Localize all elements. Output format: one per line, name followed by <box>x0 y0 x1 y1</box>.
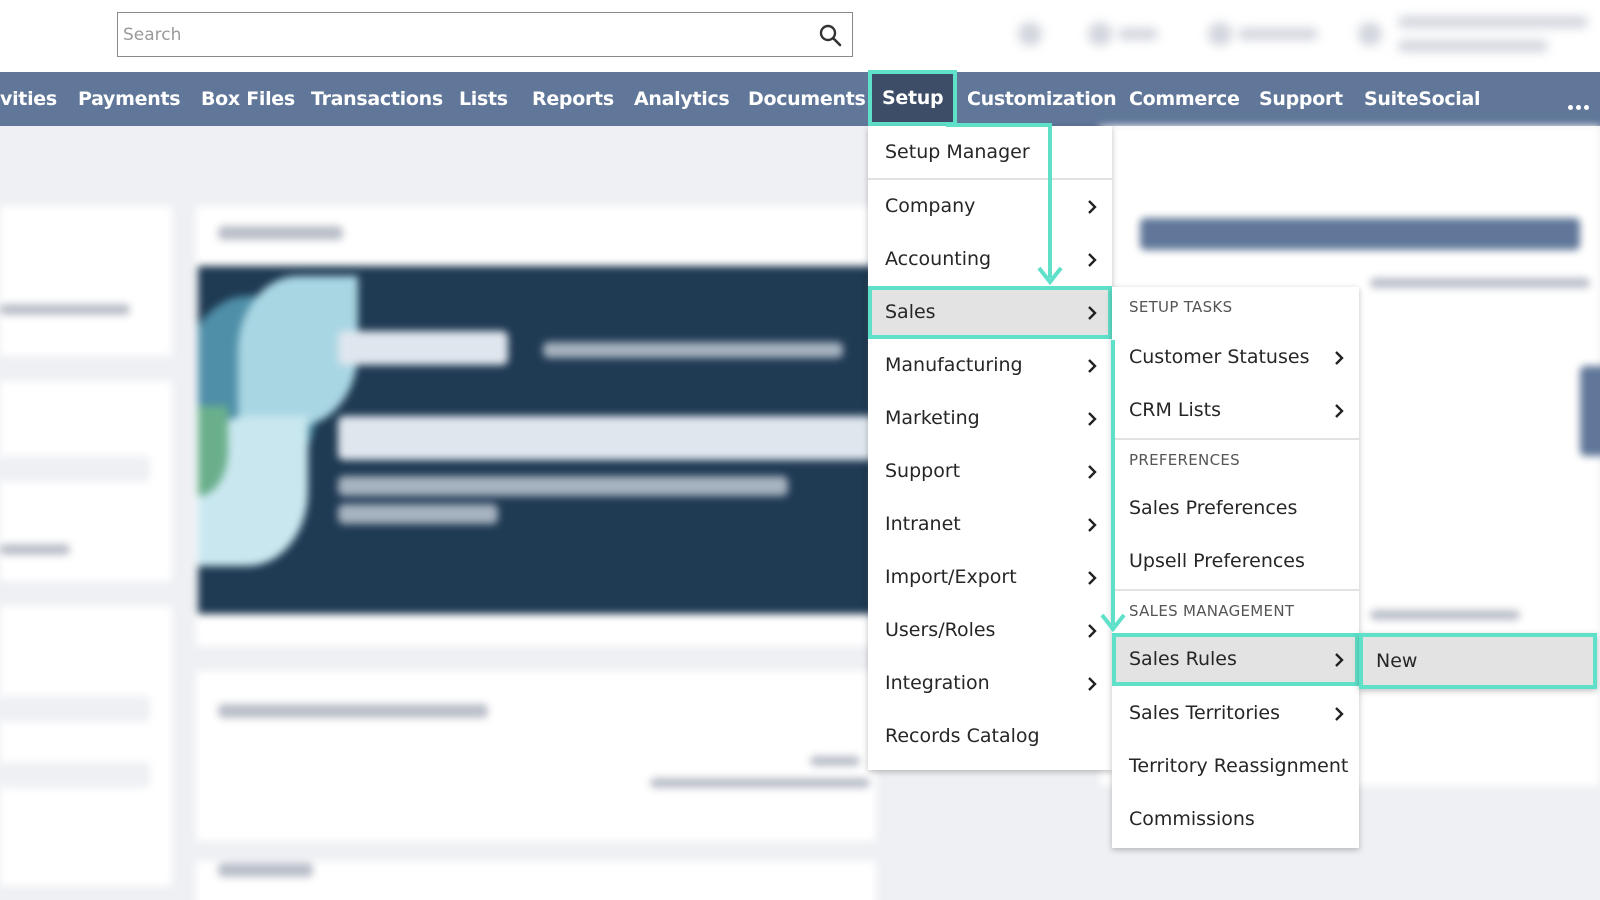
chevron-right-icon <box>1088 306 1097 320</box>
chevron-right-icon <box>1088 624 1097 638</box>
menu-item-support[interactable]: Support <box>868 445 1112 498</box>
chevron-right-icon <box>1088 359 1097 373</box>
nav-item-box-files[interactable]: Box Files <box>201 72 295 126</box>
sales-submenu: SETUP TASKS Customer Statuses CRM Lists … <box>1112 287 1359 848</box>
menu-item-label: Sales Rules <box>1129 648 1237 670</box>
chevron-right-icon <box>1335 653 1344 667</box>
menu-item-sales[interactable]: Sales <box>868 286 1112 339</box>
menu-item-label: Accounting <box>885 248 992 270</box>
chevron-right-icon <box>1088 465 1097 479</box>
menu-item-sales-rules[interactable]: Sales Rules <box>1112 633 1359 686</box>
menu-item-label: Records Catalog <box>885 725 1040 747</box>
menu-item-label: Integration <box>885 672 990 694</box>
nav-item-activities[interactable]: vities <box>0 72 57 126</box>
menu-item-integration[interactable]: Integration <box>868 657 1112 710</box>
menu-item-label: Sales <box>885 301 936 323</box>
menu-item-setup-manager[interactable]: Setup Manager <box>868 126 1112 179</box>
menu-item-users-roles[interactable]: Users/Roles <box>868 604 1112 657</box>
chevron-right-icon <box>1088 571 1097 585</box>
menu-item-territory-reassignment[interactable]: Territory Reassignment <box>1112 740 1359 793</box>
menu-item-accounting[interactable]: Accounting <box>868 233 1112 286</box>
chevron-right-icon <box>1088 677 1097 691</box>
menu-item-intranet[interactable]: Intranet <box>868 498 1112 551</box>
menu-item-upsell-preferences[interactable]: Upsell Preferences <box>1112 535 1359 588</box>
nav-item-documents[interactable]: Documents <box>748 72 866 126</box>
section-header-setup-tasks: SETUP TASKS <box>1129 298 1233 316</box>
menu-item-crm-lists[interactable]: CRM Lists <box>1112 384 1359 437</box>
nav-item-suitesocial[interactable]: SuiteSocial <box>1364 72 1481 126</box>
header-utility-area <box>958 0 1600 68</box>
dashboard-background <box>0 126 1600 900</box>
menu-item-label: Sales Preferences <box>1129 497 1298 519</box>
sales-rules-submenu: New <box>1359 633 1597 689</box>
nav-item-transactions[interactable]: Transactions <box>311 72 443 126</box>
menu-item-label: Users/Roles <box>885 619 996 641</box>
section-header-sales-management: SALES MANAGEMENT <box>1129 602 1295 620</box>
menu-item-marketing[interactable]: Marketing <box>868 392 1112 445</box>
menu-item-label: Support <box>885 460 961 482</box>
more-icon[interactable] <box>1568 95 1594 110</box>
search-input[interactable] <box>118 13 798 56</box>
menu-item-label: Import/Export <box>885 566 1017 588</box>
nav-item-commerce[interactable]: Commerce <box>1129 72 1240 126</box>
menu-item-label: Territory Reassignment <box>1129 755 1349 777</box>
nav-item-reports[interactable]: Reports <box>532 72 614 126</box>
chevron-right-icon <box>1088 412 1097 426</box>
menu-item-company[interactable]: Company <box>868 180 1112 233</box>
nav-item-customization[interactable]: Customization <box>967 72 1117 126</box>
menu-item-label: Sales Territories <box>1129 702 1280 724</box>
chevron-right-icon <box>1335 404 1344 418</box>
menu-item-sales-territories[interactable]: Sales Territories <box>1112 687 1359 740</box>
main-nav-bar: vities Payments Box Files Transactions L… <box>0 70 1600 126</box>
chevron-right-icon <box>1335 707 1344 721</box>
chevron-right-icon <box>1088 200 1097 214</box>
menu-item-manufacturing[interactable]: Manufacturing <box>868 339 1112 392</box>
setup-menu: Setup Manager Company Accounting Sales M… <box>868 126 1112 770</box>
menu-item-label: Manufacturing <box>885 354 1023 376</box>
section-header-preferences: PREFERENCES <box>1129 451 1240 469</box>
global-search[interactable] <box>117 12 853 57</box>
menu-item-label: Commissions <box>1129 808 1255 830</box>
chevron-right-icon <box>1088 518 1097 532</box>
menu-item-label: New <box>1376 650 1418 672</box>
menu-item-label: Intranet <box>885 513 961 535</box>
menu-item-records-catalog[interactable]: Records Catalog <box>868 710 1112 763</box>
menu-item-label: Marketing <box>885 407 980 429</box>
menu-item-customer-statuses[interactable]: Customer Statuses <box>1112 331 1359 384</box>
nav-item-setup[interactable]: Setup <box>868 70 958 126</box>
menu-item-sales-preferences[interactable]: Sales Preferences <box>1112 482 1359 535</box>
menu-item-label: CRM Lists <box>1129 399 1222 421</box>
top-header <box>0 0 1600 72</box>
menu-item-label: Setup Manager <box>885 141 1030 163</box>
chevron-right-icon <box>1088 253 1097 267</box>
nav-item-support[interactable]: Support <box>1259 72 1343 126</box>
menu-item-label: Company <box>885 195 976 217</box>
menu-item-import-export[interactable]: Import/Export <box>868 551 1112 604</box>
chevron-right-icon <box>1335 351 1344 365</box>
menu-item-label: Customer Statuses <box>1129 346 1310 368</box>
search-icon[interactable] <box>818 23 842 47</box>
menu-item-new[interactable]: New <box>1359 633 1597 689</box>
menu-item-label: Upsell Preferences <box>1129 550 1305 572</box>
nav-item-analytics[interactable]: Analytics <box>634 72 730 126</box>
nav-item-payments[interactable]: Payments <box>78 72 181 126</box>
nav-item-lists[interactable]: Lists <box>459 72 508 126</box>
menu-item-commissions[interactable]: Commissions <box>1112 793 1359 846</box>
